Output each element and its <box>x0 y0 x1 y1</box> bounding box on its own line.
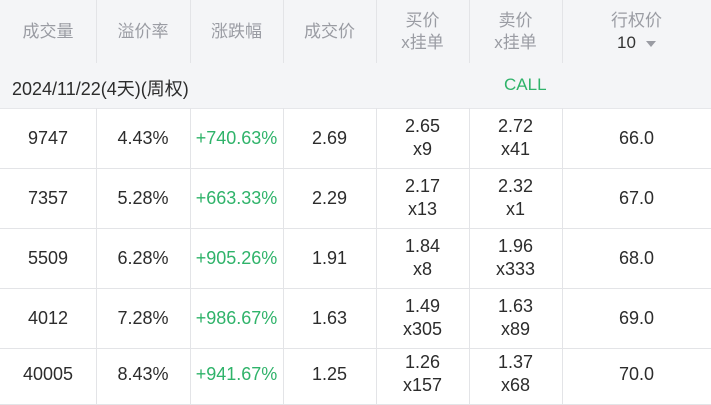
price-cell: 2.69 <box>311 127 348 148</box>
bid-price: 2.65 <box>404 116 441 136</box>
change-cell: +663.33% <box>195 187 278 208</box>
premium-cell: 6.28% <box>117 247 169 268</box>
table-row[interactable]: 4012 7.28% +986.67% 1.63 1.49 x305 1.63 … <box>0 288 711 349</box>
premium-cell: 7.28% <box>117 307 169 328</box>
table-row[interactable]: 5509 6.28% +905.26% 1.91 1.84 x8 1.96 x3… <box>0 228 711 289</box>
header-bid-sub: x挂单 <box>401 32 444 52</box>
change-cell: +986.67% <box>195 307 278 328</box>
premium-cell: 8.43% <box>117 363 169 384</box>
header-bid[interactable]: 买价 x挂单 <box>376 0 469 63</box>
strike-cell: 69.0 <box>618 307 655 328</box>
chevron-down-icon <box>645 40 656 47</box>
header-divider <box>469 0 470 63</box>
premium-cell: 4.43% <box>117 127 169 148</box>
header-strike: 行权价 10 <box>562 0 711 63</box>
ask-price: 1.96 <box>497 236 534 256</box>
price-cell: 1.63 <box>311 307 348 328</box>
header-divider <box>283 0 284 63</box>
ask-cell: 1.37 x68 <box>469 344 562 404</box>
ask-size: x68 <box>500 375 531 395</box>
change-cell: +941.67% <box>195 363 278 384</box>
bid-price: 1.84 <box>404 236 441 256</box>
strike-count-value: 10 <box>617 32 636 52</box>
bid-cell: 2.65 x9 <box>376 108 469 168</box>
ask-cell: 2.72 x41 <box>469 108 562 168</box>
bid-cell: 1.49 x305 <box>376 288 469 348</box>
bid-price: 1.26 <box>404 352 441 372</box>
volume-cell: 7357 <box>27 187 69 208</box>
strike-cell: 68.0 <box>618 247 655 268</box>
header-ask-sub: x挂单 <box>494 32 537 52</box>
change-cell: +740.63% <box>195 127 278 148</box>
ask-size: x1 <box>505 199 525 219</box>
bid-size: x8 <box>412 259 432 279</box>
ask-price: 2.32 <box>497 176 534 196</box>
ask-cell: 1.63 x89 <box>469 288 562 348</box>
header-premium[interactable]: 溢价率 <box>96 0 190 63</box>
ask-size: x333 <box>495 259 536 279</box>
header-divider <box>96 0 97 63</box>
volume-cell: 4012 <box>27 307 69 328</box>
bid-cell: 1.26 x157 <box>376 344 469 404</box>
price-cell: 1.25 <box>311 363 348 384</box>
price-cell: 2.29 <box>311 187 348 208</box>
header-volume[interactable]: 成交量 <box>0 0 96 63</box>
strike-cell: 70.0 <box>618 363 655 384</box>
strike-count-dropdown[interactable]: 10 <box>617 32 656 54</box>
header-ask[interactable]: 卖价 x挂单 <box>469 0 562 63</box>
expiry-section-header[interactable]: 2024/11/22(4天)(周权) CALL <box>0 63 711 109</box>
bid-cell: 1.84 x8 <box>376 228 469 288</box>
header-premium-label: 溢价率 <box>117 21 169 41</box>
ask-size: x89 <box>500 319 531 339</box>
bid-price: 1.49 <box>404 296 441 316</box>
ask-cell: 1.96 x333 <box>469 228 562 288</box>
ask-price: 1.63 <box>497 296 534 316</box>
table-header: 成交量 溢价率 涨跌幅 成交价 买价 x挂单 卖价 x挂单 行权价 10 <box>0 0 711 64</box>
ask-size: x41 <box>500 139 531 159</box>
price-cell: 1.91 <box>311 247 348 268</box>
bid-size: x305 <box>402 319 443 339</box>
table-row[interactable]: 9747 4.43% +740.63% 2.69 2.65 x9 2.72 x4… <box>0 108 711 169</box>
header-divider <box>190 0 191 63</box>
strike-cell: 66.0 <box>618 127 655 148</box>
bid-size: x9 <box>412 139 432 159</box>
table-row[interactable]: 7357 5.28% +663.33% 2.29 2.17 x13 2.32 x… <box>0 168 711 229</box>
strike-cell: 67.0 <box>618 187 655 208</box>
expiry-date-label: 2024/11/22(4天)(周权) <box>12 79 189 99</box>
premium-cell: 5.28% <box>117 187 169 208</box>
header-divider <box>562 0 563 63</box>
ask-price: 1.37 <box>497 352 534 372</box>
bid-cell: 2.17 x13 <box>376 168 469 228</box>
change-cell: +905.26% <box>195 247 278 268</box>
volume-cell: 9747 <box>27 127 69 148</box>
ask-price: 2.72 <box>497 116 534 136</box>
table-row[interactable]: 40005 8.43% +941.67% 1.25 1.26 x157 1.37… <box>0 344 711 405</box>
bid-price: 2.17 <box>404 176 441 196</box>
volume-cell: 40005 <box>22 363 74 384</box>
header-bid-label: 买价 <box>405 10 440 30</box>
header-change-label: 涨跌幅 <box>211 21 262 41</box>
header-change[interactable]: 涨跌幅 <box>190 0 283 63</box>
ask-cell: 2.32 x1 <box>469 168 562 228</box>
options-chain-table: 成交量 溢价率 涨跌幅 成交价 买价 x挂单 卖价 x挂单 行权价 10 202… <box>0 0 711 405</box>
bid-size: x13 <box>407 199 438 219</box>
header-last-price[interactable]: 成交价 <box>283 0 376 63</box>
header-ask-label: 卖价 <box>498 10 533 30</box>
header-divider <box>376 0 377 63</box>
header-volume-label: 成交量 <box>22 21 74 41</box>
header-strike-label: 行权价 <box>611 10 662 30</box>
call-label: CALL <box>504 75 547 94</box>
bid-size: x157 <box>402 375 443 395</box>
volume-cell: 5509 <box>27 247 69 268</box>
header-last-price-label: 成交价 <box>304 21 355 41</box>
